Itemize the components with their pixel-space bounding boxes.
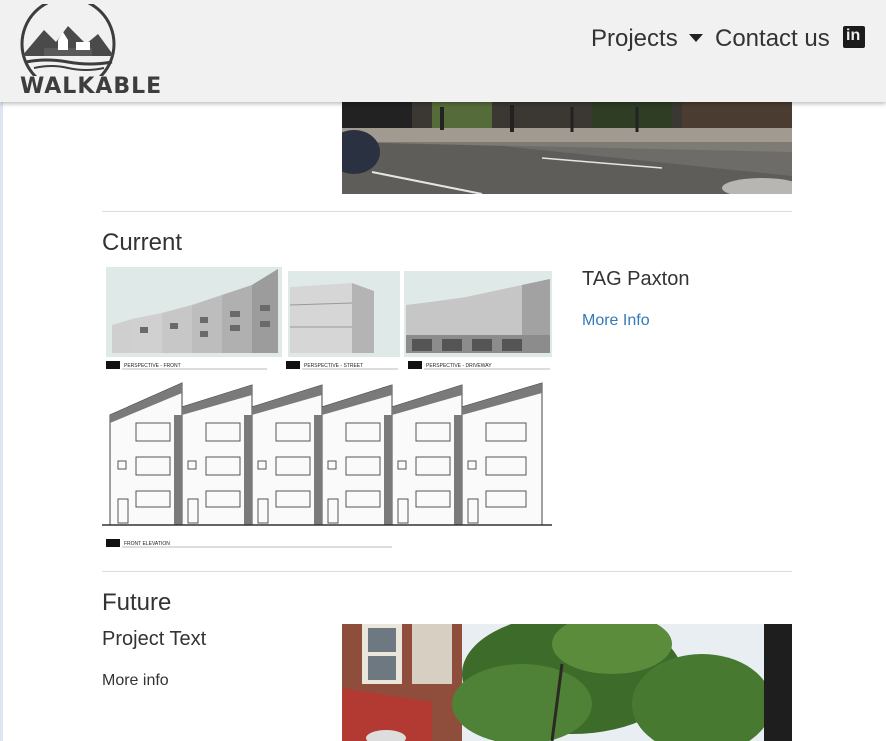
linkedin-icon[interactable]: in xyxy=(843,26,865,48)
walkable-logo-mark-icon xyxy=(20,0,116,92)
drawing-label-front: PERSPECTIVE - FRONT xyxy=(124,363,181,369)
tag-paxton-drawing[interactable]: PERSPECTIVE - FRONT PERSPECTIVE - STREET… xyxy=(102,265,552,555)
current-heading: Current xyxy=(102,229,183,256)
chevron-down-icon[interactable] xyxy=(689,34,703,42)
current-project-title: TAG Paxton xyxy=(582,268,690,290)
future-project-photo xyxy=(342,624,792,741)
nav-projects-dropdown[interactable]: Projects xyxy=(591,22,678,56)
section-divider xyxy=(102,571,792,572)
linkedin-glyph: in xyxy=(846,27,861,44)
drawing-label-elevation: FRONT ELEVATION xyxy=(124,541,170,547)
navbar: WALKABLE Projects Contact us in xyxy=(0,0,886,102)
page-left-edge xyxy=(0,0,3,741)
drawing-label-street: PERSPECTIVE - STREET xyxy=(304,363,363,369)
section-divider xyxy=(102,211,792,212)
nav-contact-link[interactable]: Contact us xyxy=(715,22,830,56)
brand-name: WALKABLE xyxy=(20,74,163,99)
future-project-title: Project Text xyxy=(102,628,207,650)
drawing-label-driveway: PERSPECTIVE - DRIVEWAY xyxy=(426,363,492,369)
current-more-info-link[interactable]: More Info xyxy=(582,312,650,330)
future-heading: Future xyxy=(102,589,172,616)
previous-project-photo xyxy=(342,102,792,194)
future-more-info-link[interactable]: More info xyxy=(102,672,169,690)
